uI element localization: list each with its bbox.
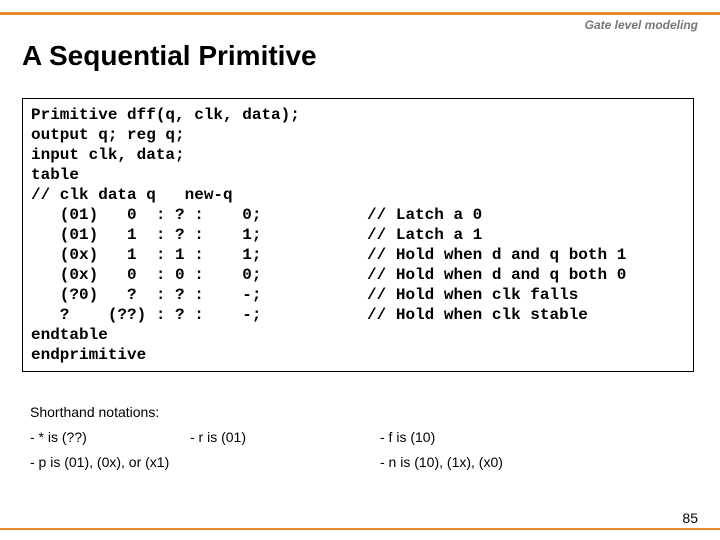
shorthand-item: - p is (01), (0x), or (x1) — [30, 450, 330, 475]
code-line: endprimitive — [31, 346, 146, 364]
footer-divider — [0, 528, 720, 530]
code-line: (0x) 1 : 1 : 1; // Hold when d and q bot… — [31, 246, 626, 264]
code-line: Primitive dff(q, clk, data); — [31, 106, 300, 124]
shorthand-notes: Shorthand notations: - * is (??) - r is … — [30, 400, 580, 476]
shorthand-item: - * is (??) — [30, 425, 190, 450]
code-line: table — [31, 166, 79, 184]
shorthand-item: - r is (01) — [190, 425, 330, 450]
shorthand-heading: Shorthand notations: — [30, 400, 580, 425]
code-line: output q; reg q; — [31, 126, 185, 144]
code-line: endtable — [31, 326, 108, 344]
shorthand-item: - n is (10), (1x), (x0) — [330, 450, 580, 475]
code-line: // clk data q new-q — [31, 186, 233, 204]
section-label: Gate level modeling — [585, 18, 698, 32]
shorthand-row: - * is (??) - r is (01) - f is (10) — [30, 425, 580, 450]
code-line: (0x) 0 : 0 : 0; // Hold when d and q bot… — [31, 266, 626, 284]
slide-title: A Sequential Primitive — [22, 40, 317, 72]
shorthand-row: - p is (01), (0x), or (x1) - n is (10), … — [30, 450, 580, 475]
code-block: Primitive dff(q, clk, data); output q; r… — [22, 98, 694, 372]
code-line: (?0) ? : ? : -; // Hold when clk falls — [31, 286, 578, 304]
code-line: (01) 0 : ? : 0; // Latch a 0 — [31, 206, 482, 224]
page-number: 85 — [682, 510, 698, 526]
shorthand-item: - f is (10) — [330, 425, 580, 450]
code-line: input clk, data; — [31, 146, 185, 164]
code-line: (01) 1 : ? : 1; // Latch a 1 — [31, 226, 482, 244]
code-line: ? (??) : ? : -; // Hold when clk stable — [31, 306, 588, 324]
header-divider — [0, 12, 720, 15]
